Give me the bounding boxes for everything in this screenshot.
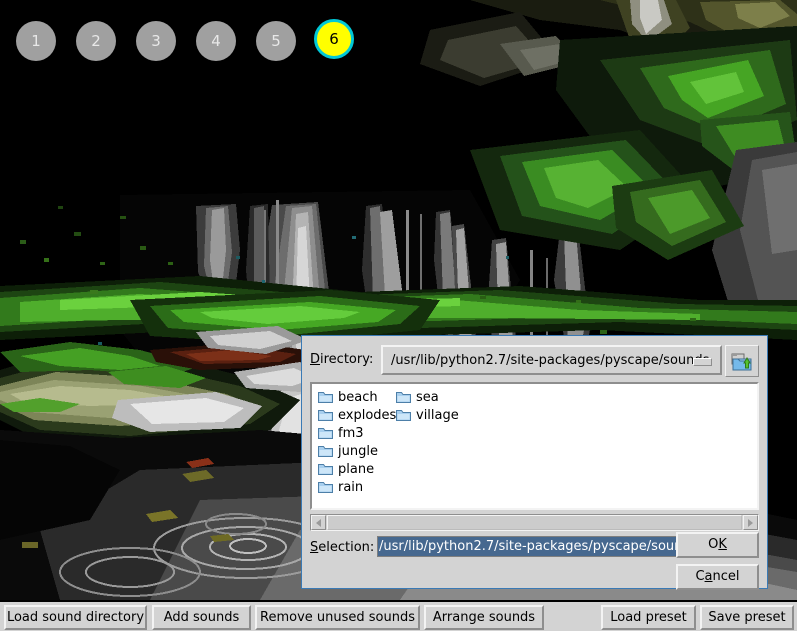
directory-list[interactable]: beach explodes fm3 bbox=[310, 382, 759, 510]
directory-value: /usr/lib/python2.7/site-packages/pyscape… bbox=[391, 353, 709, 368]
save-preset-button[interactable]: Save preset bbox=[700, 605, 794, 630]
list-item-label: village bbox=[416, 408, 459, 423]
scrollbar-trough[interactable] bbox=[327, 515, 742, 530]
cancel-button[interactable]: Cancel bbox=[676, 564, 759, 590]
sound-node-5[interactable]: 5 bbox=[256, 21, 296, 61]
sound-node-6[interactable]: 6 bbox=[314, 19, 354, 59]
sound-node-1[interactable]: 1 bbox=[16, 21, 56, 61]
folder-up-icon-button[interactable] bbox=[725, 345, 759, 377]
folder-icon bbox=[318, 463, 333, 476]
list-item[interactable]: explodes bbox=[318, 406, 396, 424]
list-item[interactable]: jungle bbox=[318, 442, 396, 460]
arrow-right-icon[interactable] bbox=[743, 515, 758, 530]
list-item[interactable]: plane bbox=[318, 460, 396, 478]
folder-icon bbox=[396, 391, 411, 404]
horizontal-scrollbar[interactable] bbox=[310, 514, 759, 531]
arrow-left-icon[interactable] bbox=[311, 515, 326, 530]
list-item-label: rain bbox=[338, 480, 363, 495]
list-item-label: beach bbox=[338, 390, 378, 405]
selection-input[interactable]: /usr/lib/python2.7/site-packages/pyscape… bbox=[377, 536, 678, 557]
sound-node-3[interactable]: 3 bbox=[136, 21, 176, 61]
list-item-label: sea bbox=[416, 390, 439, 405]
list-item-label: fm3 bbox=[338, 426, 364, 441]
dialog-body: Directory: /usr/lib/python2.7/site-packa… bbox=[302, 336, 767, 588]
bottom-toolbar: Load sound directory Add sounds Remove u… bbox=[0, 600, 797, 631]
list-item-label: explodes bbox=[338, 408, 396, 423]
directory-row: Directory: /usr/lib/python2.7/site-packa… bbox=[310, 345, 759, 377]
folder-icon bbox=[318, 391, 333, 404]
folder-icon bbox=[396, 409, 411, 422]
folder-icon bbox=[318, 481, 333, 494]
remove-unused-sounds-button[interactable]: Remove unused sounds bbox=[255, 605, 420, 630]
load-preset-button[interactable]: Load preset bbox=[601, 605, 696, 630]
selection-label: Selection: bbox=[310, 540, 374, 555]
list-item-label: plane bbox=[338, 462, 374, 477]
list-item-label: jungle bbox=[338, 444, 378, 459]
load-sound-directory-button[interactable]: Load sound directory bbox=[4, 605, 147, 630]
ok-button[interactable]: OK bbox=[676, 532, 759, 558]
list-item[interactable]: village bbox=[396, 406, 459, 424]
arrange-sounds-button[interactable]: Arrange sounds bbox=[424, 605, 544, 630]
add-sounds-button[interactable]: Add sounds bbox=[152, 605, 251, 630]
directory-combo[interactable]: /usr/lib/python2.7/site-packages/pyscape… bbox=[381, 345, 722, 375]
sound-node-2[interactable]: 2 bbox=[76, 21, 116, 61]
folder-up-icon bbox=[731, 351, 753, 372]
directory-label: Directory: bbox=[310, 352, 373, 367]
selection-value: /usr/lib/python2.7/site-packages/pyscape… bbox=[378, 537, 677, 556]
directory-column-1: beach explodes fm3 bbox=[318, 388, 396, 496]
list-item[interactable]: sea bbox=[396, 388, 459, 406]
selection-row: Selection: /usr/lib/python2.7/site-packa… bbox=[310, 536, 678, 558]
file-selection-dialog: Directory: /usr/lib/python2.7/site-packa… bbox=[301, 335, 768, 589]
sound-node-4[interactable]: 4 bbox=[196, 21, 236, 61]
directory-column-2: sea village bbox=[396, 388, 459, 424]
folder-icon bbox=[318, 427, 333, 440]
list-item[interactable]: fm3 bbox=[318, 424, 396, 442]
list-item[interactable]: beach bbox=[318, 388, 396, 406]
folder-icon bbox=[318, 445, 333, 458]
combo-indicator-icon[interactable] bbox=[693, 358, 712, 366]
folder-icon bbox=[318, 409, 333, 422]
list-item[interactable]: rain bbox=[318, 478, 396, 496]
